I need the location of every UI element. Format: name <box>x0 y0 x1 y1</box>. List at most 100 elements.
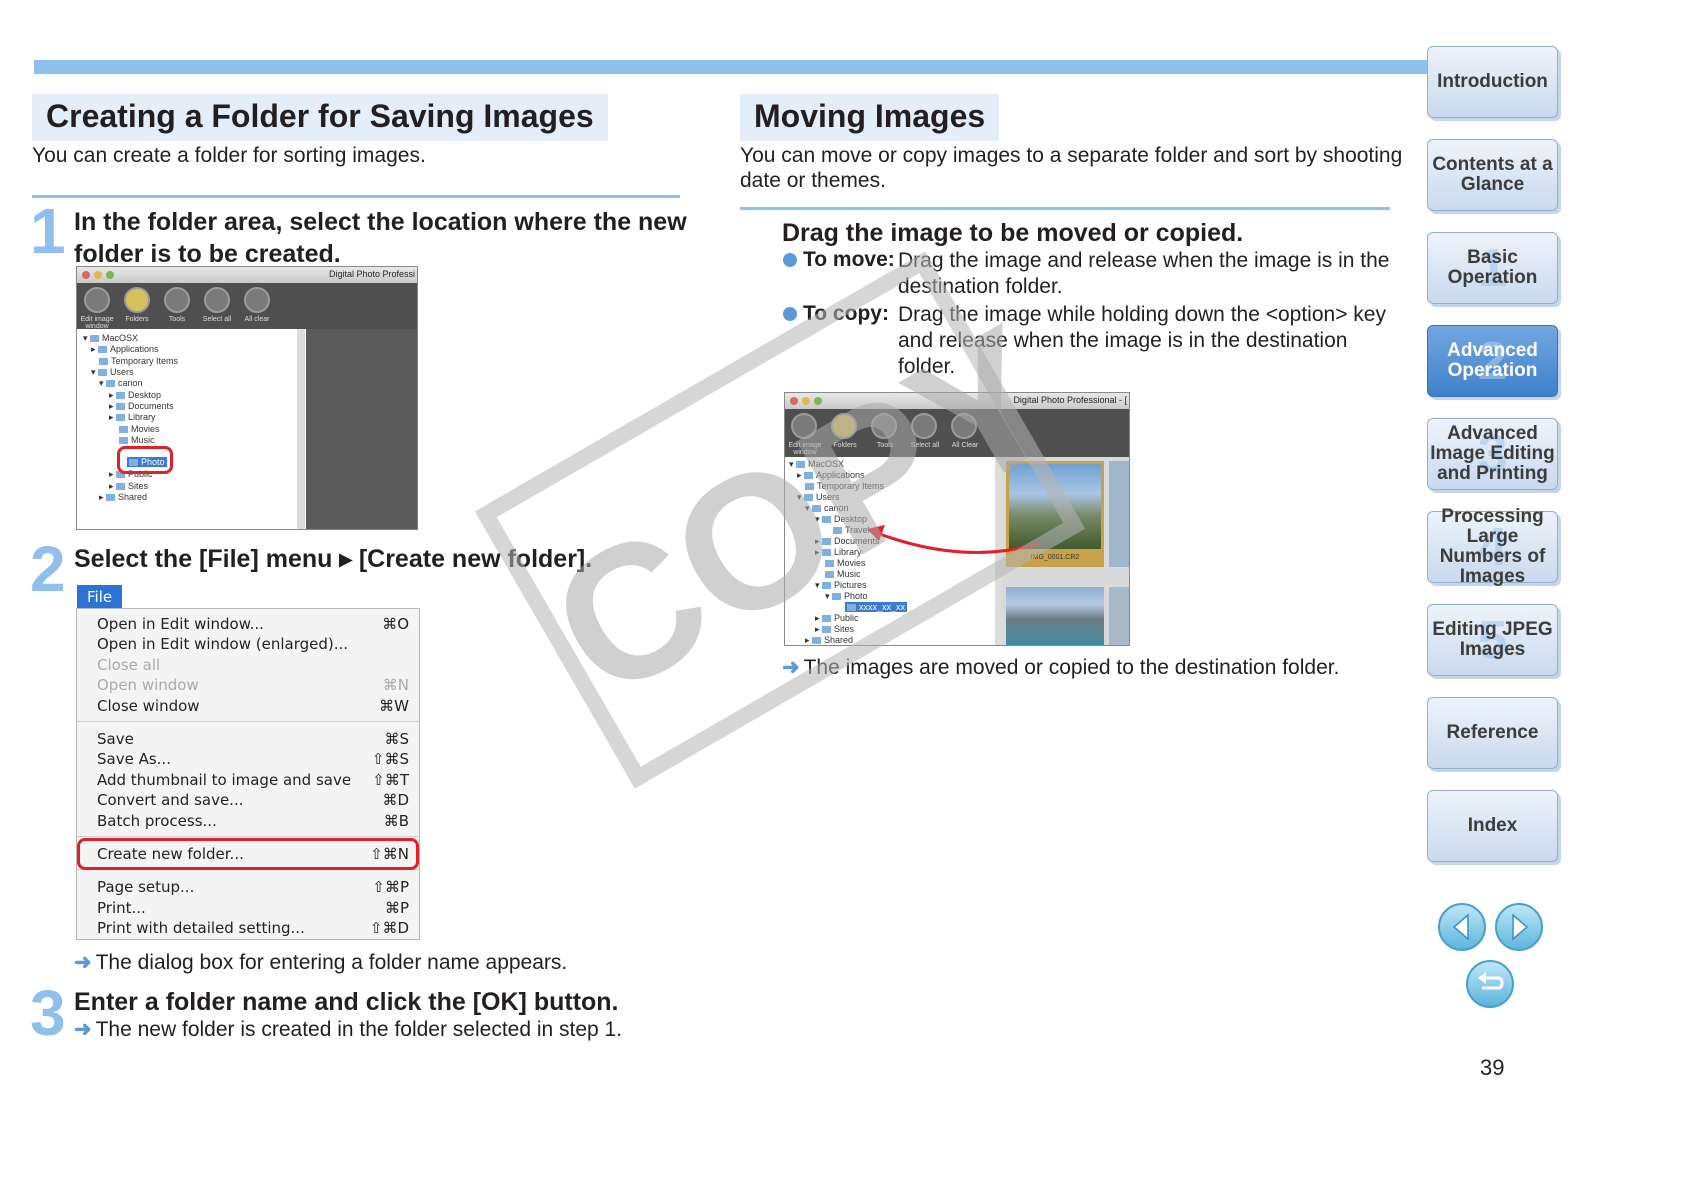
screenshot-drag-image: Digital Photo Professional - [ Edit imag… <box>784 392 1130 646</box>
menu-item-print[interactable]: Print... ⌘P <box>97 899 409 919</box>
menu-item-save[interactable]: Save ⌘S <box>97 730 409 750</box>
tree-item[interactable]: ▾ MacOSX <box>789 459 844 470</box>
step3-text: Enter a folder name and click the [OK] b… <box>74 988 619 1016</box>
menu-item-batch-process[interactable]: Batch process... ⌘B <box>97 812 409 832</box>
tree-item-selected[interactable]: xxxx_xx_xx <box>845 602 908 612</box>
all-clear-icon[interactable] <box>244 287 270 313</box>
step1-text-line1: In the folder area, select the location … <box>74 208 687 236</box>
file-menu: Open in Edit window... ⌘O Open in Edit wi… <box>76 608 420 940</box>
next-page-button[interactable] <box>1495 903 1543 951</box>
tree-scrollbar[interactable] <box>297 329 305 529</box>
tree-item[interactable]: ▾ Desktop <box>815 514 867 525</box>
tree-item[interactable]: ▾ Users <box>797 492 840 503</box>
menu-item-convert-save[interactable]: Convert and save... ⌘D <box>97 791 409 811</box>
window-titlebar: Digital Photo Professi <box>77 267 417 283</box>
prev-page-button[interactable] <box>1438 903 1486 951</box>
nav-advanced-operation[interactable]: 2 Advanced Operation <box>1427 325 1558 397</box>
toolbar-label: Tools <box>168 316 186 323</box>
menu-item-save-as[interactable]: Save As... ⇧⌘S <box>97 750 409 770</box>
toolbar-label: All clear <box>244 316 270 323</box>
moving-result-note: ➜ The images are moved or copied to the d… <box>782 656 1340 679</box>
tree-item[interactable]: ▸ Documents <box>109 401 174 412</box>
menu-item-page-setup[interactable]: Page setup... ⇧⌘P <box>97 878 409 898</box>
tree-item[interactable]: ▸ Shared <box>99 492 147 503</box>
highlight-photo-folder <box>117 446 173 474</box>
return-icon <box>1478 972 1504 990</box>
highlight-create-new-folder <box>77 838 419 870</box>
folders-icon[interactable] <box>831 413 857 439</box>
tree-item[interactable]: ▸ Library <box>109 412 156 423</box>
all-clear-icon[interactable] <box>951 413 977 439</box>
select-all-icon[interactable] <box>911 413 937 439</box>
nav-introduction[interactable]: Introduction <box>1427 46 1558 118</box>
nav-processing-large-numbers[interactable]: 4 Processing Large Numbers of Images <box>1427 507 1558 587</box>
tree-item[interactable]: ▸ Sites <box>815 624 854 635</box>
tools-icon[interactable] <box>871 413 897 439</box>
step2-result-note: ➜ The dialog box for entering a folder na… <box>74 951 568 974</box>
bullet-icon <box>783 307 797 321</box>
step2-text: Select the [File] menu ▸ [Create new fol… <box>74 545 593 573</box>
minimize-dot-icon <box>94 271 102 279</box>
copy-text-line2: and release when the image is in the des… <box>898 329 1348 352</box>
step-number-3: 3 <box>30 977 66 1049</box>
tree-item[interactable]: ▾ Users <box>91 367 134 378</box>
menu-item-close-window[interactable]: Close window ⌘W <box>97 697 409 717</box>
tree-item[interactable]: ▸ Library <box>815 547 862 558</box>
thumbnail-image[interactable] <box>1109 587 1129 645</box>
section-rule-left <box>32 195 680 198</box>
menu-item-open-edit[interactable]: Open in Edit window... ⌘O <box>97 615 409 635</box>
toolbar-label: Edit image window <box>788 442 822 456</box>
edit-image-icon[interactable] <box>84 287 110 313</box>
tree-item[interactable]: ▾ Pictures <box>815 580 867 591</box>
nav-contents-at-a-glance[interactable]: Contents at a Glance <box>1427 139 1558 211</box>
step-number-2: 2 <box>30 533 66 605</box>
tree-item[interactable]: ▾ MacOSX <box>83 333 138 344</box>
tree-item[interactable]: ▸ Shared <box>805 635 853 645</box>
select-all-icon[interactable] <box>204 287 230 313</box>
tools-icon[interactable] <box>164 287 190 313</box>
menu-item-add-thumbnail[interactable]: Add thumbnail to image and save ⇧⌘T <box>97 771 409 791</box>
folders-icon[interactable] <box>124 287 150 313</box>
copy-text-line1: Drag the image while holding down the <o… <box>898 303 1386 326</box>
toolbar-label: Select all <box>202 316 232 323</box>
nav-index[interactable]: Index <box>1427 790 1558 862</box>
result-arrow-icon: ➜ <box>74 1018 92 1041</box>
toolbar-label: Edit image window <box>80 316 114 330</box>
nav-advanced-image-editing[interactable]: 3 Advanced Image Editing and Printing <box>1427 418 1558 490</box>
tree-item[interactable]: Music <box>119 435 155 445</box>
tree-item[interactable]: ▾ canon <box>99 378 143 389</box>
tree-item[interactable]: ▸ Desktop <box>109 390 161 401</box>
tree-item[interactable]: ▾ Photo <box>825 591 868 602</box>
tree-item[interactable]: Movies <box>825 558 866 568</box>
nav-basic-operation[interactable]: 1 Basic Operation <box>1427 232 1558 304</box>
copy-label: To copy: <box>803 302 889 325</box>
menu-separator <box>77 836 419 837</box>
move-label: To move: <box>803 248 895 271</box>
tree-item[interactable]: ▸ Applications <box>797 470 865 481</box>
result-arrow-icon: ➜ <box>74 951 92 974</box>
tree-item[interactable]: ▸ Sites <box>109 481 148 492</box>
tree-item[interactable]: Movies <box>119 424 160 434</box>
tree-item[interactable]: Temporary Items <box>805 481 884 491</box>
nav-reference[interactable]: Reference <box>1427 697 1558 769</box>
thumbnail-image[interactable] <box>1109 461 1129 567</box>
menu-item-open-edit-enlarged[interactable]: Open in Edit window (enlarged)... <box>97 635 409 655</box>
edit-image-icon[interactable] <box>791 413 817 439</box>
folder-tree: ▾ MacOSX ▸ Applications Temporary Items … <box>77 329 305 529</box>
tree-item[interactable]: ▸ Applications <box>91 344 159 355</box>
window-titlebar: Digital Photo Professional - [ <box>785 393 1129 409</box>
nav-editing-jpeg[interactable]: 5 Editing JPEG Images <box>1427 604 1558 676</box>
return-button[interactable] <box>1466 960 1514 1008</box>
tree-item[interactable]: ▾ canon <box>805 503 849 514</box>
file-menu-tab[interactable]: File <box>77 585 123 609</box>
zoom-dot-icon <box>814 397 822 405</box>
toolbar-label: Select all <box>910 442 940 449</box>
menu-item-print-detailed[interactable]: Print with detailed setting... ⇧⌘D <box>97 919 409 939</box>
tree-item[interactable]: Music <box>825 569 861 579</box>
tree-item[interactable]: Temporary Items <box>99 356 178 366</box>
arrow-right-icon <box>1512 913 1529 941</box>
tree-item[interactable]: ▸ Public <box>815 613 859 624</box>
thumbnail-image[interactable] <box>1006 587 1104 645</box>
menu-item-close-all: Close all <box>97 656 161 674</box>
window-title: Digital Photo Professi <box>328 269 415 279</box>
